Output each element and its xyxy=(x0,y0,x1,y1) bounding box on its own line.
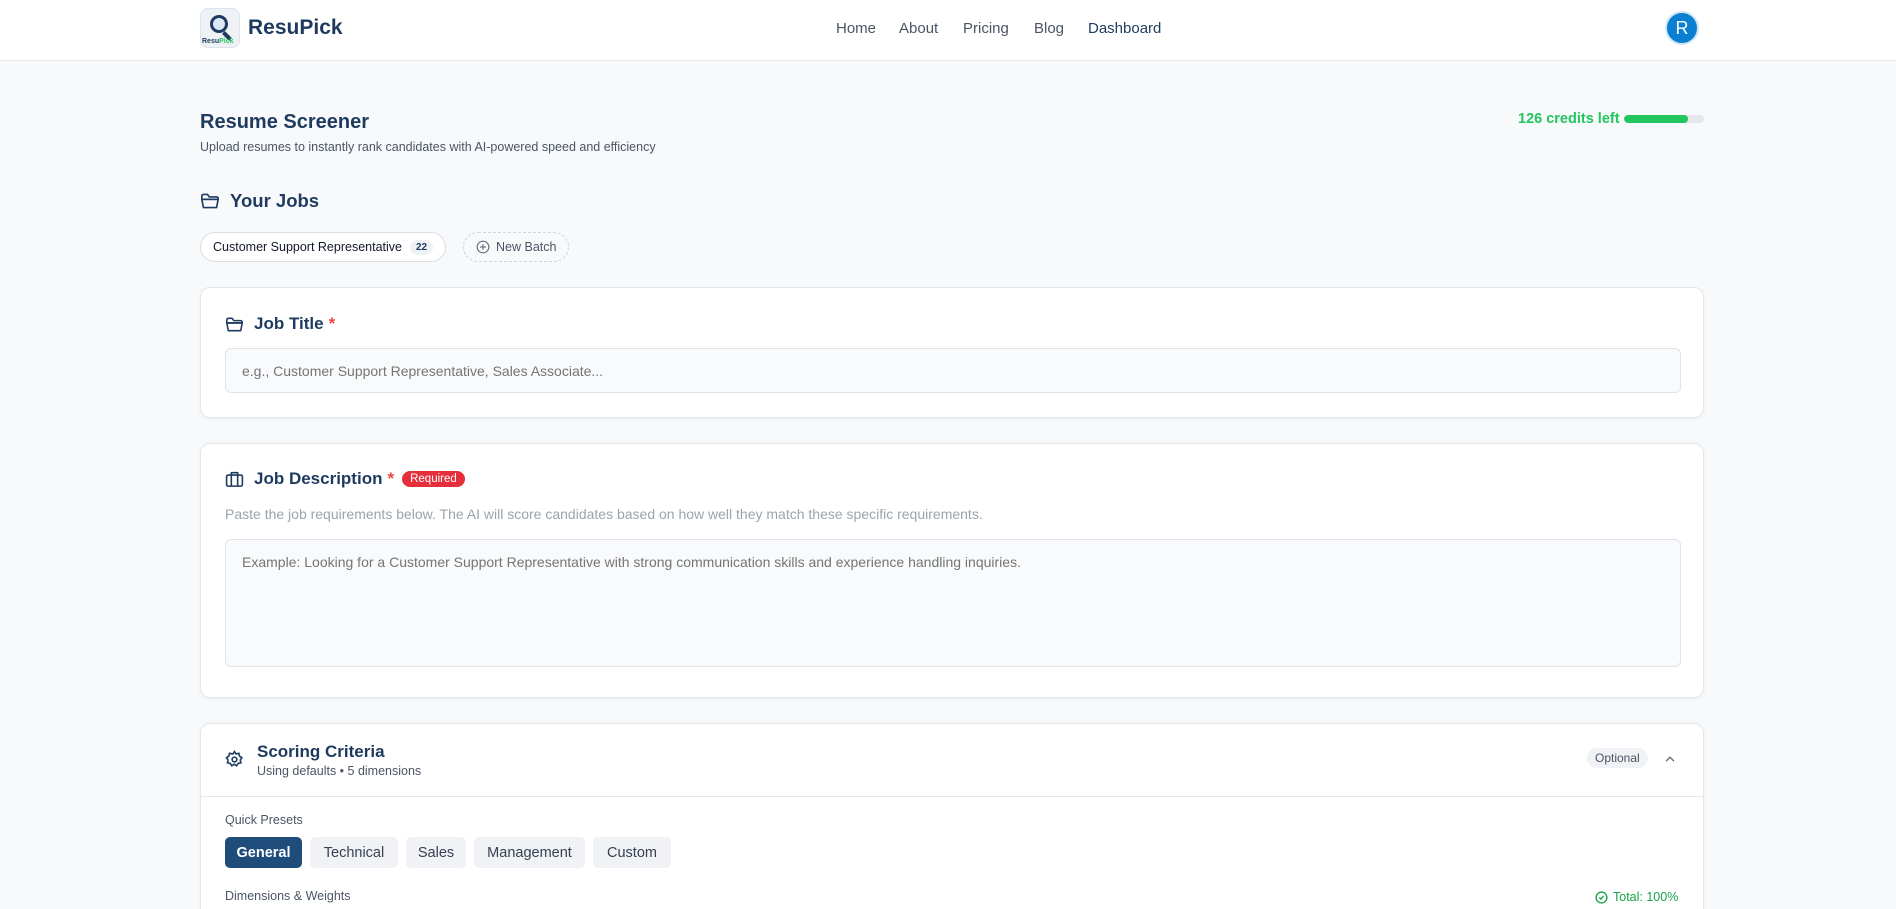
job-description-card: Job Description * Required Paste the job… xyxy=(200,443,1704,698)
required-asterisk: * xyxy=(387,469,395,488)
credits-progress-bar xyxy=(1624,115,1704,123)
job-description-textarea[interactable] xyxy=(225,539,1681,667)
nav-dashboard-link[interactable]: Dashboard xyxy=(1088,20,1161,37)
credits-remaining: 126 credits left xyxy=(1518,111,1620,127)
job-description-label: Job Description xyxy=(254,469,383,488)
your-jobs-title: Your Jobs xyxy=(230,190,320,211)
nav-about-link[interactable]: About xyxy=(899,20,938,37)
quick-presets-label: Quick Presets xyxy=(225,813,303,827)
chevron-up-icon[interactable] xyxy=(1663,752,1677,766)
check-circle-icon xyxy=(1595,890,1608,904)
brand-name: ResuPick xyxy=(248,16,343,39)
job-chip-count: 22 xyxy=(409,239,434,255)
dimensions-weights-label: Dimensions & Weights xyxy=(225,889,351,903)
required-asterisk: * xyxy=(328,314,336,333)
required-badge: Required xyxy=(402,471,465,487)
folder-icon xyxy=(201,193,219,209)
optional-badge: Optional xyxy=(1587,748,1648,768)
logo-icon: ResuPick xyxy=(200,8,240,48)
nav-home-link[interactable]: Home xyxy=(836,20,876,37)
brand[interactable]: ResuPick ResuPick xyxy=(200,8,343,48)
preset-management-button[interactable]: Management xyxy=(474,837,585,868)
job-description-header: Job Description * Required xyxy=(225,469,465,489)
job-title-input[interactable] xyxy=(225,348,1681,393)
nav-pricing-link[interactable]: Pricing xyxy=(963,20,1009,37)
new-batch-button[interactable]: New Batch xyxy=(463,232,570,262)
folder-icon xyxy=(225,317,243,331)
preset-sales-button[interactable]: Sales xyxy=(406,837,466,868)
page-subtitle: Upload resumes to instantly rank candida… xyxy=(200,140,656,154)
scoring-divider xyxy=(201,796,1703,797)
job-chip[interactable]: Customer Support Representative 22 xyxy=(200,232,447,262)
gear-icon xyxy=(225,750,243,767)
briefcase-icon xyxy=(225,471,244,487)
scoring-criteria-toggle[interactable]: Scoring Criteria Using defaults • 5 dime… xyxy=(201,724,1703,796)
scoring-criteria-card: Scoring Criteria Using defaults • 5 dime… xyxy=(200,723,1704,909)
job-description-hint: Paste the job requirements below. The AI… xyxy=(225,506,983,522)
job-title-header: Job Title * xyxy=(225,314,335,334)
nav-blog-link[interactable]: Blog xyxy=(1034,20,1064,37)
preset-custom-button[interactable]: Custom xyxy=(593,837,671,868)
top-navigation-bar: ResuPick ResuPick Home About Pricing Blo… xyxy=(0,0,1896,61)
your-jobs-header: Your Jobs xyxy=(200,190,319,212)
plus-circle-icon xyxy=(476,240,490,254)
scoring-criteria-title: Scoring Criteria xyxy=(257,742,385,761)
preset-general-button[interactable]: General xyxy=(225,837,302,868)
page-title: Resume Screener xyxy=(200,111,369,133)
job-title-label: Job Title xyxy=(254,314,324,333)
weights-total-text: Total: 100% xyxy=(1613,890,1679,904)
job-title-card: Job Title * xyxy=(200,287,1704,418)
preset-technical-button[interactable]: Technical xyxy=(310,837,398,868)
weights-total: Total: 100% xyxy=(1595,890,1678,904)
credits-progress-fill xyxy=(1624,115,1688,123)
new-batch-label: New Batch xyxy=(496,240,557,254)
scoring-criteria-subtitle: Using defaults • 5 dimensions xyxy=(257,764,422,778)
user-avatar[interactable]: R xyxy=(1665,11,1699,45)
job-chip-label: Customer Support Representative xyxy=(213,240,402,254)
